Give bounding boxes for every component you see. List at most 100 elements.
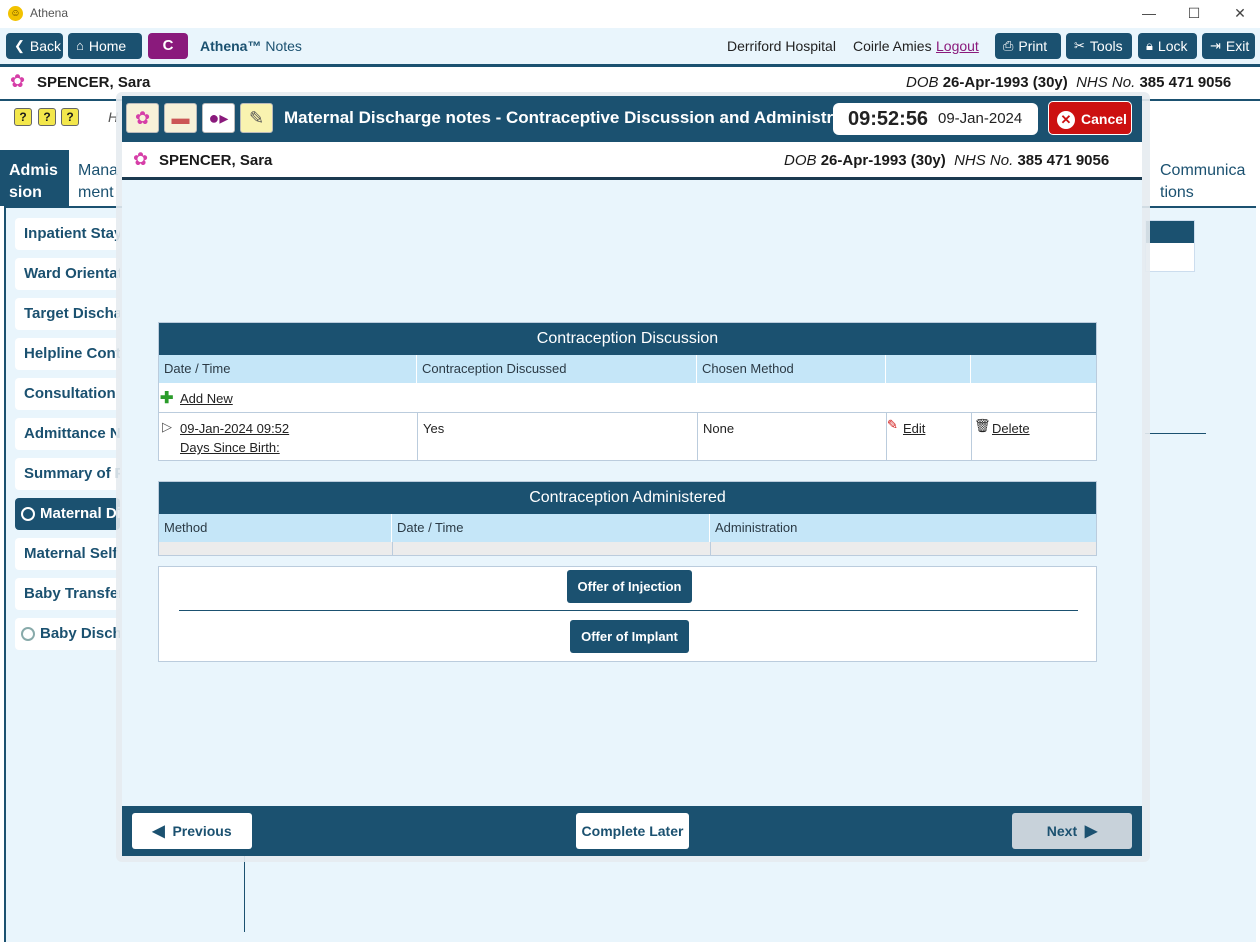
sidebar-item-inpatient-stay[interactable]: Inpatient Stay [15,218,120,250]
table-heading: Contraception Administered [159,482,1096,514]
next-button[interactable]: Next ▶ [1012,813,1132,849]
flower-icon: ✿ [133,149,149,169]
add-new-link[interactable]: Add New [180,391,233,406]
clock-date: 09-Jan-2024 [938,110,1023,127]
app-brand: Athena™ Notes [200,38,302,54]
patient-dob: DOB 26-Apr-1993 (30y) NHS No. 385 471 90… [906,74,1231,91]
logout-link[interactable]: Logout [936,38,979,54]
question-icon[interactable]: ? [61,108,79,126]
sidebar-item-maternal-discharge[interactable]: Maternal Di [15,498,120,530]
medication-icon[interactable]: ▬ [164,103,197,133]
add-icon[interactable]: ✚ [160,388,173,408]
discussion-datetime-link[interactable]: 09-Jan-2024 09:52 [180,421,289,436]
lock-icon: 🔒︎ [1146,38,1153,53]
maximize-button[interactable]: ☐ [1184,4,1204,22]
back-label: Back [29,38,62,54]
cell-divider [392,542,393,555]
exit-label: Exit [1225,38,1250,54]
column-header: Method [159,514,392,542]
home-label: Home [88,38,127,54]
exit-icon: ⇥ [1210,38,1221,53]
lock-button[interactable]: 🔒︎ Lock [1138,33,1197,59]
dob-label: DOB [906,74,939,91]
sidebar-item-maternal-self[interactable]: Maternal Self [15,538,120,570]
offer-injection-button[interactable]: Offer of Injection [567,570,692,603]
contraception-discussion-table: Contraception Discussion Date / Time Con… [158,322,1097,461]
home-button[interactable]: ⌂ Home [68,33,142,59]
sidebar-item-admittance-notes[interactable]: Admittance N [15,418,120,450]
sidebar-item-summary[interactable]: Summary of P [15,458,120,490]
nhs-value: 385 471 9056 [1017,152,1110,169]
tools-icon: ✂ [1074,38,1085,53]
notepad-icon[interactable]: ✎ [240,103,273,133]
tools-label: Tools [1089,38,1123,54]
sidebar-item-baby-transfer[interactable]: Baby Transfer [15,578,120,610]
table-header-row: Date / Time Contraception Discussed Chos… [159,355,1096,383]
column-header: Date / Time [159,355,417,383]
tab-management[interactable]: Mana ment [69,150,119,206]
arrow-left-icon: ◀ [152,823,165,840]
dob-label: DOB [784,152,817,169]
table-heading: Contraception Discussion [159,323,1096,355]
column-header: Chosen Method [697,355,886,383]
baby-transfer-icon[interactable]: ●▸ [202,103,235,133]
sidebar-item-ward-orientation[interactable]: Ward Orientat [15,258,120,290]
trash-icon[interactable]: 🗑︎ [974,418,991,434]
patient-name: SPENCER, Sara [159,152,273,169]
printer-icon: ⎙ [1003,38,1014,53]
radio-icon [21,627,35,641]
clock-time: 09:52:56 [848,108,929,130]
background-panel-header [1146,221,1194,243]
minimize-button[interactable]: — [1139,4,1159,22]
app-logo-icon: ☺ [8,6,23,21]
column-header: Administration [715,520,798,535]
column-header: Contraception Discussed [417,355,697,383]
tools-button[interactable]: ✂ Tools [1066,33,1132,59]
background-divider [244,850,245,932]
previous-label: Previous [172,823,232,839]
empty-row [159,542,1096,555]
days-since-birth-link[interactable]: Days Since Birth: [180,440,280,455]
discussed-value: Yes [423,421,445,436]
back-button[interactable]: ❮ Back [6,33,63,59]
column-header [971,355,1097,383]
edit-link[interactable]: Edit [903,421,925,436]
sidebar-item-consultation[interactable]: Consultation I [15,378,120,410]
pencil-icon[interactable]: ✎ [887,417,898,433]
c-button[interactable]: C [148,33,188,59]
delete-link[interactable]: Delete [992,421,1030,436]
flower-icon: ✿ [10,71,26,91]
help-icon[interactable]: ? [38,108,56,126]
flower-icon[interactable]: ✿ [126,103,159,133]
close-icon: ✕ [1057,111,1075,130]
expand-triangle-icon[interactable]: ▷ [162,419,172,435]
user-name: Coirle Amies [853,38,932,54]
previous-button[interactable]: ◀ Previous [132,813,252,849]
dob-value: 26-Apr-1993 (30y) [942,74,1068,91]
banner-divider [122,177,1142,180]
cell-divider [971,412,972,461]
cell-divider [697,412,698,461]
tab-communications[interactable]: Communica tions [1151,150,1256,206]
help-list-icon[interactable]: ? [14,108,32,126]
print-button[interactable]: ⎙ Print [995,33,1061,59]
next-label: Next [1046,823,1078,839]
close-window-button[interactable]: ✕ [1230,4,1250,22]
print-label: Print [1018,38,1048,54]
tab-admission[interactable]: Admis sion [0,150,69,206]
exit-button[interactable]: ⇥ Exit [1202,33,1255,59]
complete-later-button[interactable]: Complete Later [576,813,689,849]
nhs-label: NHS No. [1076,74,1136,91]
sidebar-item-target-discharge[interactable]: Target Dischar [15,298,120,330]
row-divider [159,412,1096,413]
lock-label: Lock [1157,38,1188,54]
modal-dialog [122,96,1142,856]
sidebar-item-helpline-contact[interactable]: Helpline Cont [15,338,120,370]
dob-value: 26-Apr-1993 (30y) [820,152,946,169]
window-title: Athena [30,6,69,20]
offer-implant-button[interactable]: Offer of Implant [570,620,689,653]
cancel-label: Cancel [1081,111,1127,127]
column-header [886,355,971,383]
sidebar-item-baby-discharge[interactable]: Baby Discha [15,618,120,650]
cancel-button[interactable]: ✕ Cancel [1048,101,1132,135]
